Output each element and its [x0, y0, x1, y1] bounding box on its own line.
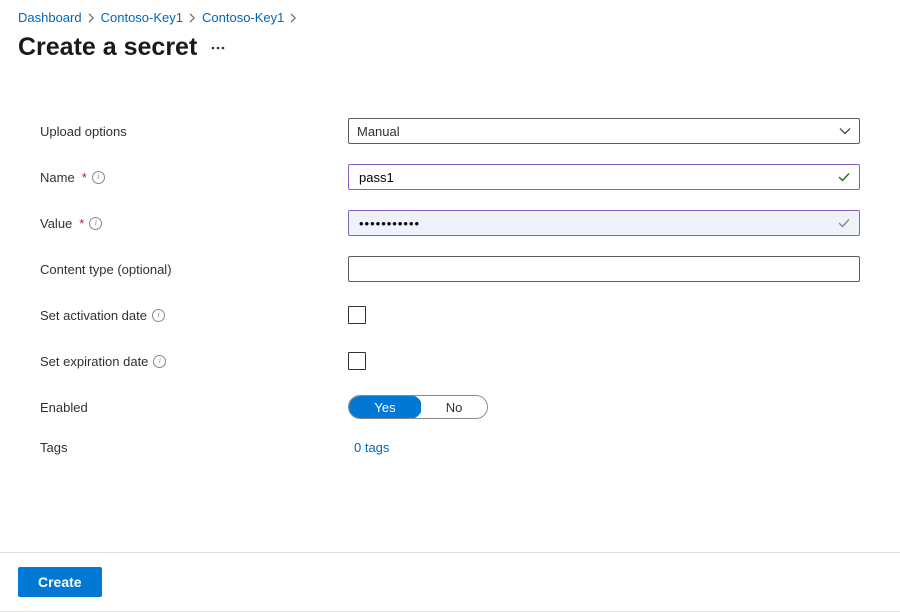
upload-options-value: Manual [357, 124, 400, 139]
create-button[interactable]: Create [18, 567, 102, 597]
enabled-toggle-yes[interactable]: Yes [348, 395, 422, 419]
required-marker: * [82, 170, 87, 185]
value-label: Value [40, 216, 72, 231]
tags-label: Tags [40, 440, 67, 455]
activation-date-checkbox[interactable] [348, 306, 366, 324]
value-input-wrapper [348, 210, 860, 236]
enabled-label: Enabled [40, 400, 88, 415]
chevron-right-icon [88, 13, 95, 23]
value-input[interactable] [357, 215, 837, 232]
activation-date-label: Set activation date [40, 308, 147, 323]
upload-options-select[interactable]: Manual [348, 118, 860, 144]
required-marker: * [79, 216, 84, 231]
upload-options-label: Upload options [40, 124, 127, 139]
content-type-input-wrapper [348, 256, 860, 282]
info-icon[interactable]: i [153, 355, 166, 368]
checkmark-icon [837, 216, 851, 230]
page-title: Create a secret [18, 33, 197, 62]
enabled-toggle-no[interactable]: No [421, 396, 487, 418]
breadcrumb-link-dashboard[interactable]: Dashboard [18, 10, 82, 25]
content-type-input[interactable] [357, 261, 851, 278]
name-label: Name [40, 170, 75, 185]
checkmark-icon [837, 170, 851, 184]
create-secret-form: Upload options Manual Name * i [0, 80, 900, 476]
info-icon[interactable]: i [152, 309, 165, 322]
breadcrumb-link-contoso-key1-a[interactable]: Contoso-Key1 [101, 10, 183, 25]
breadcrumb-link-contoso-key1-b[interactable]: Contoso-Key1 [202, 10, 284, 25]
tags-link[interactable]: 0 tags [348, 440, 389, 455]
name-input[interactable] [357, 169, 837, 186]
more-actions-icon[interactable] [211, 46, 225, 50]
chevron-down-icon [839, 125, 851, 137]
info-icon[interactable]: i [92, 171, 105, 184]
enabled-toggle[interactable]: Yes No [348, 395, 488, 419]
expiration-date-checkbox[interactable] [348, 352, 366, 370]
content-type-label: Content type (optional) [40, 262, 172, 277]
breadcrumb: Dashboard Contoso-Key1 Contoso-Key1 [0, 0, 900, 27]
chevron-right-icon [290, 13, 297, 23]
expiration-date-label: Set expiration date [40, 354, 148, 369]
chevron-right-icon [189, 13, 196, 23]
name-input-wrapper [348, 164, 860, 190]
footer: Create [0, 552, 900, 612]
info-icon[interactable]: i [89, 217, 102, 230]
